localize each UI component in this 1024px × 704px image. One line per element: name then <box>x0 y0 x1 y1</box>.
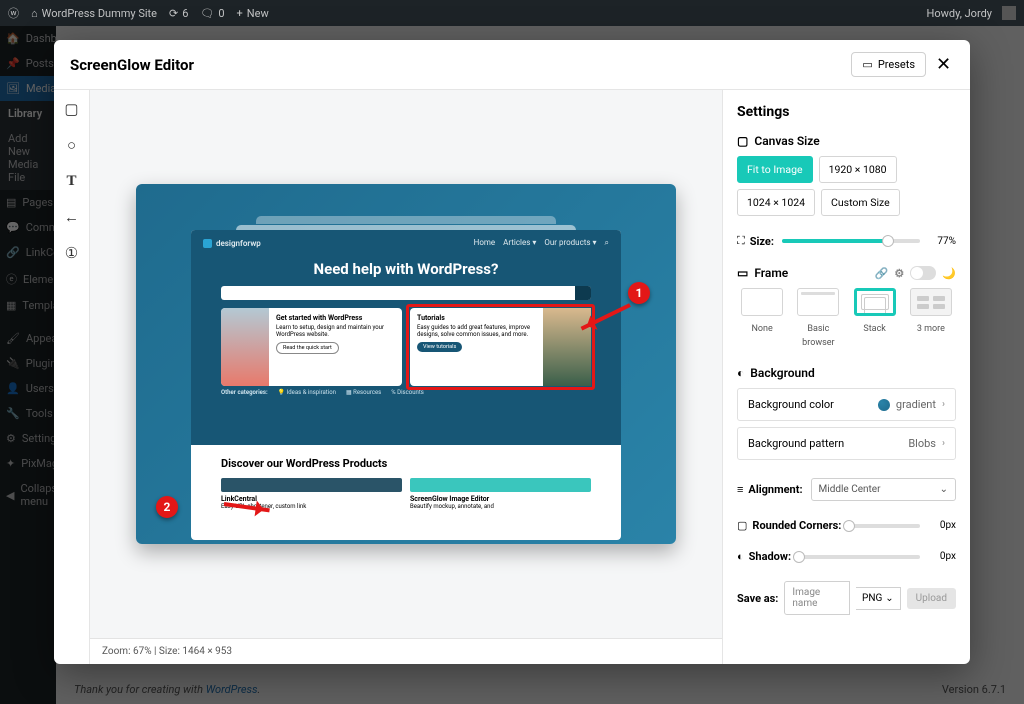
tool-text-icon[interactable]: T <box>63 172 81 190</box>
chip-fit-image[interactable]: Fit to Image <box>737 156 813 183</box>
shadow-slider[interactable] <box>799 555 920 559</box>
size-slider[interactable] <box>782 239 920 243</box>
frame-browser[interactable]: Basic browser <box>793 288 843 348</box>
avatar[interactable] <box>1002 6 1016 20</box>
annotation-rect[interactable] <box>406 304 595 390</box>
frame-toggle[interactable] <box>910 266 936 280</box>
canvas-status: Zoom: 67% | Size: 1464 × 953 <box>90 638 722 664</box>
search-icon: ⌕ <box>605 238 609 248</box>
updates-count[interactable]: ⟳ 6 <box>169 7 188 20</box>
presets-button[interactable]: ▭ Presets <box>851 52 926 77</box>
rounded-slider[interactable] <box>849 524 920 528</box>
chip-1920[interactable]: 1920 × 1080 <box>819 156 897 183</box>
close-icon[interactable]: ✕ <box>936 56 954 74</box>
tool-bar: ▢ ○ T ← ① <box>54 90 90 664</box>
howdy-user[interactable]: Howdy, Jordy <box>927 7 993 20</box>
canvas-size-icon: ▢ <box>737 134 748 148</box>
format-select[interactable]: PNG⌄ <box>856 587 901 610</box>
bg-color-row[interactable]: Background color gradient› <box>737 388 956 421</box>
gear-icon[interactable]: ⚙ <box>894 267 904 280</box>
save-name-input[interactable]: Image name <box>784 581 850 615</box>
frame-more[interactable]: 3 more <box>906 288 956 348</box>
canvas-view[interactable]: designforwp Home Articles ▾ Our products… <box>90 90 722 638</box>
link-icon[interactable]: 🔗 <box>875 267 889 280</box>
upload-button[interactable]: Upload <box>907 588 956 609</box>
wp-logo-icon[interactable]: ⓦ <box>8 5 19 21</box>
settings-panel: Settings ▢Canvas Size Fit to Image 1920 … <box>722 90 970 664</box>
new-content[interactable]: + New <box>237 7 269 20</box>
annotation-step-2[interactable]: 2 <box>156 496 178 518</box>
settings-title: Settings <box>737 104 956 120</box>
moon-icon[interactable]: 🌙 <box>942 267 956 280</box>
tool-arrow-icon[interactable]: ← <box>63 208 81 226</box>
wp-admin-bar: ⓦ ⌂ WordPress Dummy Site ⟳ 6 🗨 0 + New H… <box>0 0 1024 26</box>
tool-rect-icon[interactable]: ▢ <box>63 100 81 118</box>
frame-stack[interactable]: Stack <box>850 288 900 348</box>
chip-custom[interactable]: Custom Size <box>821 189 900 216</box>
modal-header: ScreenGlow Editor ▭ Presets ✕ <box>54 40 970 90</box>
background-icon: ◐ <box>737 366 744 380</box>
screenglow-modal: ScreenGlow Editor ▭ Presets ✕ ▢ ○ T ← ① <box>54 40 970 664</box>
tool-step-icon[interactable]: ① <box>63 244 81 262</box>
modal-title: ScreenGlow Editor <box>70 56 194 74</box>
screenshot-canvas[interactable]: designforwp Home Articles ▾ Our products… <box>136 184 676 544</box>
chevron-down-icon: ⌄ <box>940 484 948 495</box>
rounded-icon: ▢ <box>737 519 747 532</box>
presets-icon: ▭ <box>862 58 872 71</box>
annotation-step-1[interactable]: 1 <box>628 282 650 304</box>
chevron-down-icon: ⌄ <box>885 593 893 604</box>
tool-ellipse-icon[interactable]: ○ <box>63 136 81 154</box>
canvas-area: designforwp Home Articles ▾ Our products… <box>90 90 722 664</box>
chip-1024[interactable]: 1024 × 1024 <box>737 189 815 216</box>
comments-count[interactable]: 🗨 0 <box>200 7 224 20</box>
size-icon: ⛶ <box>737 234 745 248</box>
alignment-icon: ≡ <box>737 483 743 496</box>
shadow-icon: ◐ <box>737 550 744 563</box>
site-name[interactable]: ⌂ WordPress Dummy Site <box>31 7 157 20</box>
frame-none[interactable]: None <box>737 288 787 348</box>
frame-icon: ▭ <box>737 266 748 280</box>
bg-pattern-row[interactable]: Background pattern Blobs› <box>737 427 956 460</box>
alignment-select[interactable]: Middle Center⌄ <box>811 478 956 501</box>
